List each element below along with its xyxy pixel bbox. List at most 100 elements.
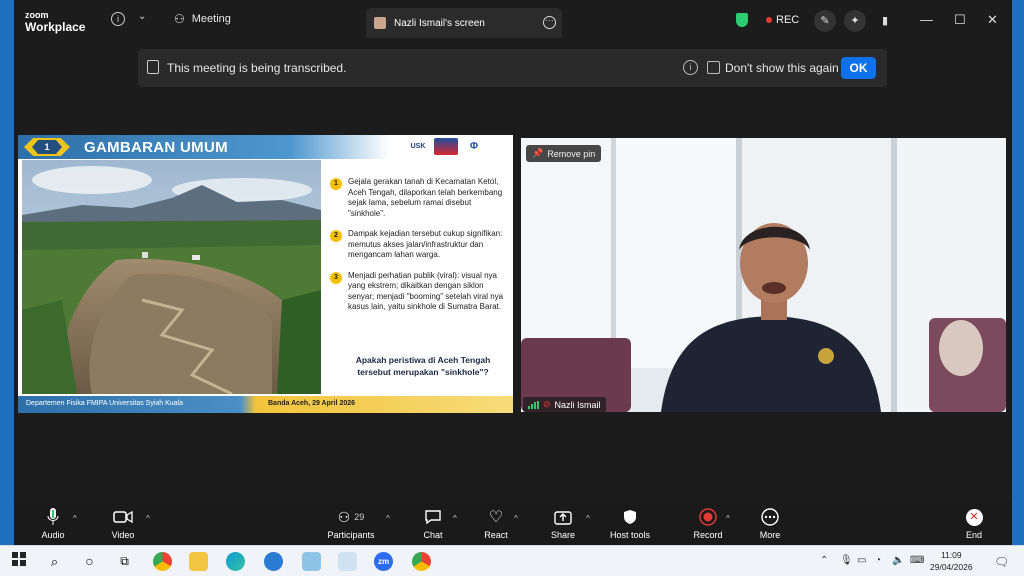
- participants-button[interactable]: ⚇ 29 Participants: [326, 507, 376, 541]
- microphone-tray-icon[interactable]: 🎙: [840, 555, 853, 566]
- app-icon[interactable]: [302, 552, 321, 571]
- participant-name-tag: ⊘ Nazli Ismail: [523, 397, 606, 412]
- record-button[interactable]: Record: [693, 507, 723, 540]
- participants-count: 29: [354, 512, 365, 522]
- remove-pin-label: Remove pin: [547, 148, 596, 159]
- annotate-pen-icon[interactable]: ✎: [814, 10, 836, 32]
- camera-icon: [109, 507, 137, 527]
- record-label: Record: [693, 530, 723, 540]
- windows-start-icon[interactable]: [9, 552, 28, 571]
- maximize-icon[interactable]: ☐: [954, 12, 966, 28]
- mic-muted-icon: ⊘: [543, 399, 551, 409]
- minimize-icon[interactable]: —: [920, 12, 933, 27]
- dont-show-checkbox[interactable]: [707, 61, 720, 74]
- task-view-icon[interactable]: ⧉: [115, 552, 134, 571]
- more-label: More: [759, 530, 781, 540]
- search-icon[interactable]: ⌕: [45, 552, 64, 571]
- ok-button[interactable]: OK: [841, 57, 876, 79]
- more-icon: [757, 507, 783, 527]
- close-icon[interactable]: ✕: [987, 12, 998, 28]
- chevron-down-icon[interactable]: ⌄: [138, 11, 146, 22]
- physics-logo: Φ: [462, 138, 486, 155]
- shared-slide[interactable]: 1 GAMBARAN UMUM USK Φ 1 Gejala gerakan t…: [18, 135, 513, 413]
- bullet-text: Menjadi perhatian publik (viral): visual…: [348, 270, 504, 312]
- participant-video[interactable]: 📌 Remove pin ⊘ Nazli Ismail: [521, 138, 1006, 412]
- globe-app-icon[interactable]: [264, 552, 283, 571]
- tab-shared-screen[interactable]: Nazli Ismail's screen ···: [366, 8, 562, 38]
- chrome-profile-icon[interactable]: [412, 552, 431, 571]
- paint-icon[interactable]: [338, 552, 357, 571]
- clock-time: 11:09: [940, 550, 962, 560]
- zoom-taskbar-icon[interactable]: zm: [374, 552, 393, 571]
- chevron-up-icon[interactable]: ⌃: [820, 555, 828, 566]
- file-explorer-icon[interactable]: [189, 552, 208, 571]
- tab-meeting[interactable]: ⚇ Meeting: [174, 12, 231, 26]
- wifi-icon[interactable]: ◔: [875, 555, 881, 566]
- share-icon: [548, 507, 578, 527]
- pin-icon: 📌: [532, 148, 544, 158]
- zoom-logo: zoom Workplace: [25, 11, 85, 34]
- more-button[interactable]: More: [757, 507, 783, 540]
- audio-button[interactable]: Audio: [39, 507, 67, 540]
- bullet-number: 1: [330, 178, 342, 190]
- share-label: Share: [550, 530, 576, 540]
- system-clock[interactable]: 11:09 29/04/2026: [930, 549, 973, 573]
- host-tools-button[interactable]: Host tools: [607, 507, 653, 540]
- dont-show-label[interactable]: Don't show this again: [725, 61, 839, 75]
- ai-companion-icon[interactable]: ✦: [844, 10, 866, 32]
- more-options-icon[interactable]: ···: [543, 16, 556, 29]
- react-button[interactable]: ♡ React: [482, 507, 510, 540]
- rec-dot-icon: [766, 17, 772, 23]
- record-caret-icon[interactable]: ^: [726, 514, 730, 523]
- cortana-icon[interactable]: ○: [80, 552, 99, 571]
- heart-icon: ♡: [488, 509, 504, 526]
- video-button[interactable]: Video: [109, 507, 137, 540]
- tab-screen-label: Nazli Ismail's screen: [394, 17, 485, 29]
- slide-number: 1: [32, 140, 62, 154]
- recording-indicator[interactable]: REC: [766, 14, 799, 26]
- bullet-number: 2: [330, 230, 342, 242]
- kampus-logo: [434, 138, 458, 155]
- video-label: Video: [111, 530, 135, 540]
- chat-button[interactable]: Chat: [419, 507, 447, 540]
- slide-title: GAMBARAN UMUM: [84, 139, 228, 156]
- zoom-app: zoom Workplace i ⌄ ⚇ Meeting Nazli Ismai…: [0, 0, 1024, 545]
- chat-caret-icon[interactable]: ^: [453, 514, 457, 523]
- participants-caret-icon[interactable]: ^: [386, 514, 390, 523]
- host-tools-label: Host tools: [609, 530, 651, 540]
- microphone-icon: [39, 507, 67, 527]
- react-caret-icon[interactable]: ^: [514, 514, 518, 523]
- clock-date: 29/04/2026: [930, 562, 973, 572]
- notifications-icon[interactable]: 🗨: [994, 555, 1009, 569]
- bullet-item: 1 Gejala gerakan tanah di Kecamatan Ketol…: [330, 177, 508, 219]
- footer-date: Banda Aceh, 29 April 2026: [268, 400, 356, 407]
- share-caret-icon[interactable]: ^: [586, 514, 590, 523]
- bullet-text: Dampak kejadian tersebut cukup signifika…: [348, 229, 503, 259]
- share-button[interactable]: Share: [548, 507, 578, 540]
- apps-icon[interactable]: ▮: [874, 10, 896, 32]
- info-icon[interactable]: i: [683, 60, 698, 75]
- volume-icon[interactable]: 🔈: [892, 555, 904, 566]
- bullet-item: 3 Menjadi perhatian publik (viral): visua…: [330, 271, 508, 313]
- info-icon[interactable]: i: [111, 12, 125, 26]
- bullet-text: Gejala gerakan tanah di Kecamatan Ketol,…: [348, 177, 503, 218]
- end-label: End: [965, 530, 982, 540]
- desktop-edge-left: [0, 0, 14, 545]
- meeting-toolbar: Audio ^ Video ^ ⚇ 29 Participants ^ Chat …: [14, 501, 1012, 545]
- desktop-edge-right: [1012, 0, 1024, 545]
- audio-caret-icon[interactable]: ^: [73, 514, 77, 523]
- chat-label: Chat: [423, 530, 443, 540]
- remove-pin-button[interactable]: 📌 Remove pin: [526, 145, 602, 162]
- transcript-icon: [147, 60, 159, 74]
- battery-icon[interactable]: ▭: [857, 555, 866, 566]
- end-button[interactable]: ✕ End: [962, 507, 986, 540]
- rec-label: REC: [776, 14, 800, 26]
- transcription-banner: This meeting is being transcribed. i Don…: [138, 49, 887, 87]
- slide-footer: Departemen Fisika FMIPA Universitas Syia…: [18, 396, 513, 413]
- keyboard-icon[interactable]: ⌨: [910, 555, 924, 566]
- shield-icon[interactable]: [736, 13, 748, 27]
- chrome-icon[interactable]: [153, 552, 172, 571]
- edge-icon[interactable]: [226, 552, 245, 571]
- video-caret-icon[interactable]: ^: [146, 514, 150, 523]
- participant-name: Nazli Ismail: [554, 399, 601, 410]
